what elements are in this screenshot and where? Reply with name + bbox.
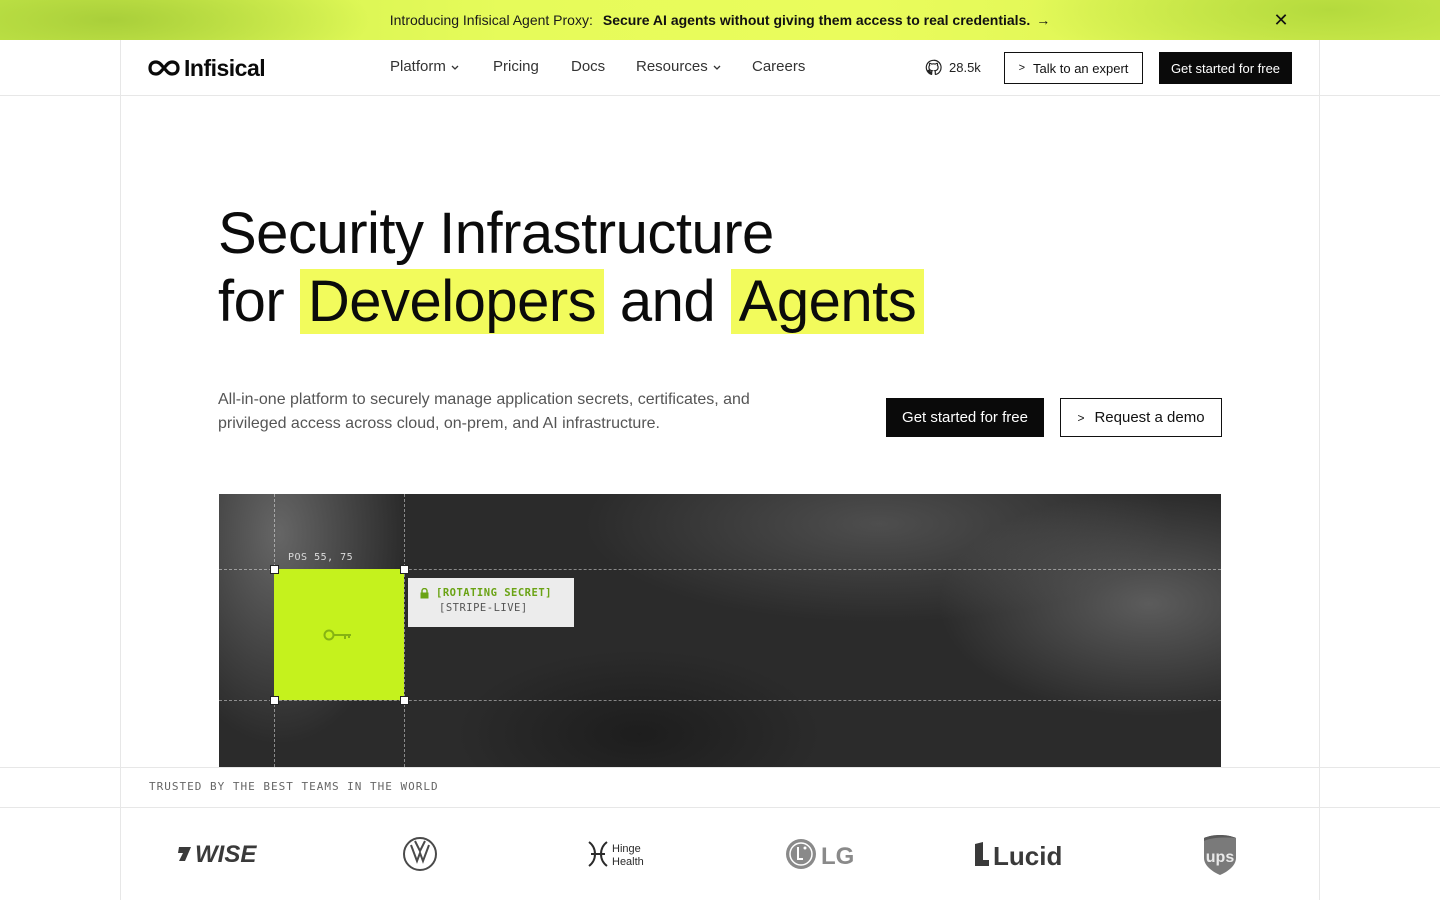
ups-shield-icon: ups bbox=[1204, 835, 1236, 875]
wise-logo-text: WISE bbox=[195, 841, 257, 868]
lucid-logo-text: Lucid bbox=[993, 841, 1062, 870]
lucid-logo: Lucid bbox=[973, 830, 1068, 878]
lg-icon: LG bbox=[786, 839, 854, 870]
tooltip-title-row: [ROTATING SECRET] bbox=[420, 587, 574, 599]
talk-to-expert-label: Talk to an expert bbox=[1033, 60, 1129, 76]
top-navigation: Infisical Platform Pricing Docs Resource… bbox=[0, 40, 1440, 96]
lg-logo-text: LG bbox=[821, 843, 854, 870]
nav-resources[interactable]: Resources bbox=[636, 58, 752, 75]
hinge-line1: Hinge bbox=[612, 843, 641, 855]
nav-pricing[interactable]: Pricing bbox=[493, 58, 571, 75]
hero-title: Security Infrastructure for Developers a… bbox=[218, 200, 925, 336]
resize-handle[interactable] bbox=[400, 696, 409, 705]
ups-logo-text: ups bbox=[1206, 849, 1235, 866]
secret-tooltip: [ROTATING SECRET] [STRIPE-LIVE] bbox=[408, 578, 574, 627]
hero-title-for: for bbox=[218, 269, 285, 334]
guide-line-vertical bbox=[404, 494, 405, 767]
volkswagen-logo bbox=[400, 830, 440, 878]
nav-platform-label: Platform bbox=[390, 58, 446, 75]
guide-line-horizontal bbox=[219, 700, 1221, 701]
infinity-icon bbox=[148, 60, 180, 76]
resize-handle[interactable] bbox=[270, 565, 279, 574]
chevron-down-icon bbox=[451, 65, 459, 70]
frame-line-right bbox=[1319, 40, 1320, 900]
chevron-right-icon: > bbox=[1077, 410, 1085, 425]
close-icon[interactable]: ✕ bbox=[1272, 11, 1290, 29]
github-stars-link[interactable]: 28.5k bbox=[925, 59, 981, 76]
secret-key-tile[interactable] bbox=[274, 569, 404, 700]
hero-highlight-agents: Agents bbox=[730, 269, 925, 334]
logo-text: Infisical bbox=[184, 54, 266, 81]
nav-platform[interactable]: Platform bbox=[390, 58, 493, 75]
tooltip-title: [ROTATING SECRET] bbox=[436, 587, 552, 599]
hinge-health-icon: Hinge Health bbox=[588, 841, 644, 868]
lg-logo: LG bbox=[785, 830, 857, 878]
request-demo-label: Request a demo bbox=[1094, 409, 1205, 426]
chevron-right-icon: > bbox=[1018, 62, 1026, 74]
ups-logo: ups bbox=[1200, 830, 1240, 878]
resize-handle[interactable] bbox=[400, 565, 409, 574]
wise-logo: WISE bbox=[175, 830, 265, 878]
volkswagen-icon bbox=[403, 837, 437, 871]
lucid-icon: Lucid bbox=[975, 841, 1062, 870]
talk-to-expert-button[interactable]: > Talk to an expert bbox=[1004, 52, 1143, 84]
request-demo-button[interactable]: > Request a demo bbox=[1060, 398, 1222, 437]
tooltip-subtitle: [STRIPE-LIVE] bbox=[439, 602, 528, 614]
nav-pricing-label: Pricing bbox=[493, 58, 539, 75]
github-star-count: 28.5k bbox=[949, 60, 981, 75]
hero-highlight-developers: Developers bbox=[299, 269, 605, 334]
hero-get-started-button[interactable]: Get started for free bbox=[886, 398, 1044, 437]
nav-docs-label: Docs bbox=[571, 58, 606, 75]
hero-visual: POS 55, 75 [ROTATING SECRET] [STRIPE-LIV… bbox=[219, 494, 1221, 767]
nav-get-started-button[interactable]: Get started for free bbox=[1159, 52, 1292, 84]
announcement-banner[interactable]: Introducing Infisical Agent Proxy: Secur… bbox=[0, 0, 1440, 40]
hinge-health-logo: Hinge Health bbox=[585, 830, 657, 878]
trusted-by-label: TRUSTED BY THE BEST TEAMS IN THE WORLD bbox=[149, 780, 439, 793]
banner-intro: Introducing Infisical Agent Proxy: bbox=[389, 12, 593, 28]
infisical-logo[interactable]: Infisical bbox=[148, 54, 266, 81]
chevron-down-icon bbox=[713, 65, 721, 70]
hinge-line2: Health bbox=[612, 856, 644, 868]
arrow-right-icon[interactable]: → bbox=[1036, 12, 1050, 28]
hero-description: All-in-one platform to securely manage a… bbox=[218, 391, 750, 432]
nav-resources-label: Resources bbox=[636, 58, 708, 75]
frame-line-left bbox=[120, 40, 121, 900]
resize-handle[interactable] bbox=[270, 696, 279, 705]
wise-flag-icon: WISE bbox=[178, 841, 257, 868]
nav-careers-label: Careers bbox=[752, 58, 806, 75]
nav-links: Platform Pricing Docs Resources Careers bbox=[390, 58, 805, 75]
hero-title-and: and bbox=[619, 269, 716, 334]
customer-logos: WISE Hinge Health LG Lucid ups bbox=[120, 808, 1320, 900]
github-icon bbox=[925, 59, 942, 76]
trusted-divider-top bbox=[0, 767, 1440, 768]
position-label: POS 55, 75 bbox=[288, 552, 354, 563]
nav-careers[interactable]: Careers bbox=[752, 58, 805, 75]
lock-icon bbox=[420, 587, 429, 598]
nav-docs[interactable]: Docs bbox=[571, 58, 636, 75]
key-icon bbox=[323, 629, 351, 640]
hero-title-line1: Security Infrastructure bbox=[218, 201, 774, 266]
banner-headline-link[interactable]: Secure AI agents without giving them acc… bbox=[603, 12, 1030, 28]
